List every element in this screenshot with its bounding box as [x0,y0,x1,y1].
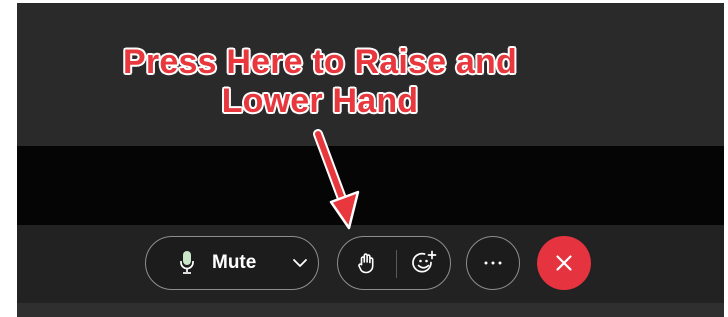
more-options-icon [484,261,502,265]
divider [396,250,397,278]
raise-hand-reaction-group [337,236,451,290]
annotation-line-2: Lower Hand [221,82,419,120]
bottom-strip [17,303,724,317]
end-call-button[interactable] [537,236,591,290]
annotation-line-1: Press Here to Raise and [123,43,517,81]
close-icon [556,255,572,271]
add-reaction-icon[interactable] [412,249,438,277]
mute-button[interactable]: Mute [145,236,319,290]
microphone-icon [180,251,194,274]
chevron-down-icon[interactable] [292,257,308,269]
instruction-annotation: Press Here to Raise and Lower Hand [40,43,600,121]
raise-hand-icon[interactable] [357,252,377,274]
more-options-button[interactable] [466,236,520,290]
annotation-arrow-icon [313,129,360,230]
mute-label: Mute [212,252,257,273]
video-area [17,146,724,225]
